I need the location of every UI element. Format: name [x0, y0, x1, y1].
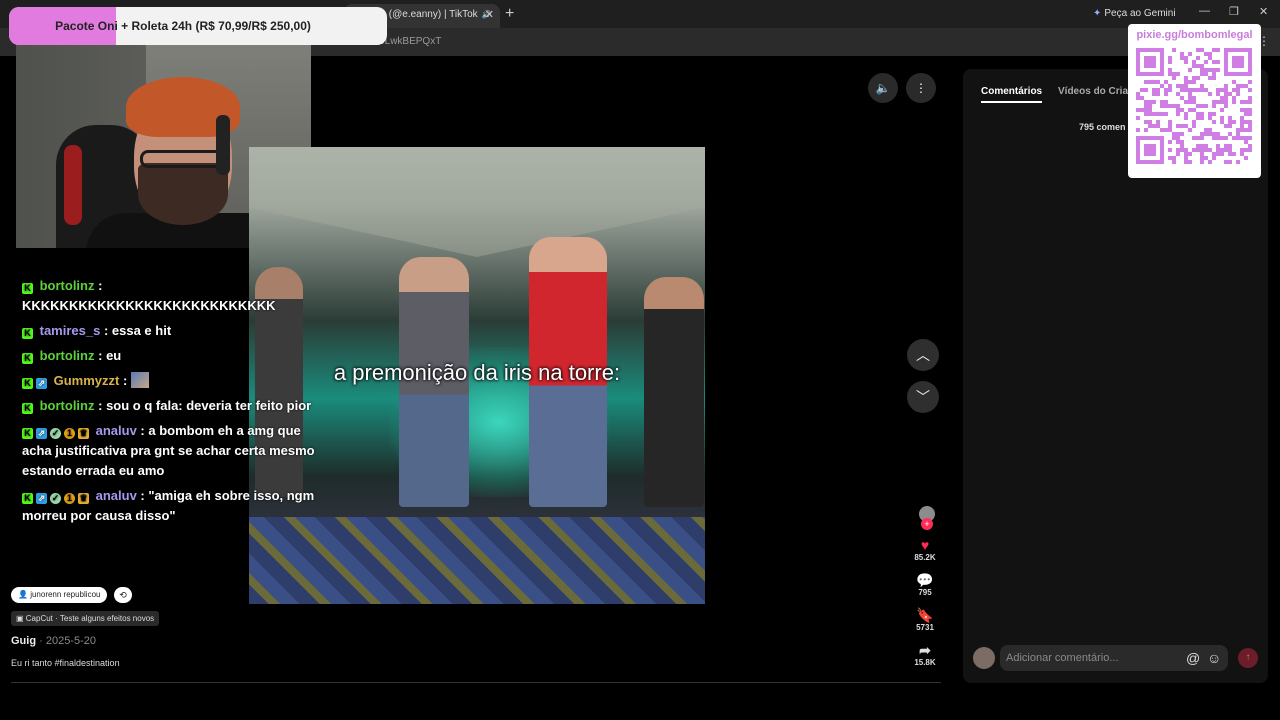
video-description: Eu ri tanto #finaldestination	[11, 658, 120, 668]
chat-badge-icon: ✓	[50, 493, 61, 504]
gemini-star-icon: ✦	[1093, 8, 1102, 19]
emoji-icon[interactable]: ☺	[1207, 645, 1221, 671]
chat-message: K ⇗ ✓ 1 ♛ analuv : "amiga eh sobre isso, ngm…	[22, 488, 315, 523]
volume-icon[interactable]: 🔈	[868, 73, 898, 103]
save-button[interactable]: 🔖 5731	[910, 607, 940, 632]
share-icon: ➦	[919, 642, 931, 658]
chat-username[interactable]: bortolinz	[36, 348, 95, 363]
chat-badge-icon: K	[22, 353, 33, 364]
chat-badge-icon: K	[22, 378, 33, 389]
creator-avatar[interactable]: +	[919, 506, 935, 530]
video-author[interactable]: Guig · 2025-5-20	[11, 635, 96, 647]
republished-text: junorenn republicou	[30, 590, 101, 599]
chat-badge-icon: ⇗	[36, 493, 47, 504]
chat-username[interactable]: tamires_s	[36, 323, 101, 338]
comment-button[interactable]: 💬 795	[910, 572, 940, 597]
chat-badge-icon: K	[22, 328, 33, 339]
chat-text: eu	[106, 348, 122, 363]
gemini-label: Peça ao Gemini	[1104, 8, 1176, 19]
chat-badge-icon: ✓	[50, 428, 61, 439]
send-comment-button[interactable]: ↑	[1238, 648, 1258, 668]
tab-comments[interactable]: Comentários	[981, 86, 1043, 103]
chat-badge-icon: ♛	[78, 428, 89, 439]
qr-code-overlay: pixie.gg/bombomlegal	[1128, 24, 1261, 178]
chat-username[interactable]: analuv	[92, 488, 137, 503]
chat-message: K bortolinz : KKKKKKKKKKKKKKKKKKKKKKKKKK…	[22, 278, 276, 313]
capcut-text: CapCut · Teste alguns efeitos novos	[25, 614, 155, 623]
save-count: 5731	[916, 623, 934, 632]
more-options-icon[interactable]: ⋮	[906, 73, 936, 103]
window-minimize-button[interactable]: —	[1199, 5, 1210, 17]
repost-icon[interactable]: ⟲	[114, 587, 132, 603]
chat-badge-icon: K	[22, 403, 33, 414]
chevron-up-icon[interactable]: ︿	[907, 339, 939, 371]
post-date: · 2025-5-20	[36, 635, 96, 647]
like-button[interactable]: ♥ 85.2K	[910, 537, 940, 562]
comment-placeholder: Adicionar comentário...	[1006, 652, 1119, 664]
chat-username[interactable]: bortolinz	[36, 398, 95, 413]
author-name[interactable]: Guig	[11, 635, 36, 647]
comment-count: 795	[918, 588, 932, 597]
share-button[interactable]: ➦ 15.8K	[910, 642, 940, 667]
chevron-down-icon[interactable]: ﹀	[907, 381, 939, 413]
comment-icon: 💬	[916, 572, 934, 588]
comment-input[interactable]: Adicionar comentário... @ ☺	[1000, 645, 1228, 671]
follow-plus-icon[interactable]: +	[921, 518, 933, 530]
chat-username[interactable]: analuv	[92, 423, 137, 438]
chat-overlay: K bortolinz : KKKKKKKKKKKKKKKKKKKKKKKKKK…	[22, 276, 322, 531]
gemini-button[interactable]: ✦ Peça ao Gemini	[1093, 8, 1176, 19]
chat-badge-icon: K	[22, 493, 33, 504]
heart-icon: ♥	[920, 537, 930, 553]
chat-username[interactable]: bortolinz	[36, 278, 95, 293]
chat-badge-icon: K	[22, 283, 33, 294]
chat-badge-icon: ⇗	[36, 378, 47, 389]
share-count: 15.8K	[914, 658, 936, 667]
chat-message: K bortolinz : eu	[22, 346, 322, 366]
window-close-button[interactable]: ✕	[1259, 5, 1268, 18]
tab-close-icon[interactable]: ✕	[485, 4, 494, 26]
chat-badge-icon: ⇗	[36, 428, 47, 439]
capcut-tag[interactable]: ▣ CapCut · Teste alguns efeitos novos	[11, 611, 160, 626]
chat-text: sou o q fala: deveria ter feito pior	[106, 398, 312, 413]
new-tab-button[interactable]: +	[505, 4, 514, 24]
chat-message: K bortolinz : sou o q fala: deveria ter …	[22, 396, 322, 416]
republished-badge[interactable]: 👤 junorenn republicou	[11, 587, 108, 603]
user-avatar	[973, 647, 995, 669]
comment-count-label: 795 comen	[1079, 122, 1126, 132]
donation-goal-bar: Pacote Oni + Roleta 24h (R$ 70,99/R$ 250…	[9, 7, 387, 45]
chat-badge-icon: ♛	[78, 493, 89, 504]
chat-text: KKKKKKKKKKKKKKKKKKKKKKKKKKK	[22, 298, 276, 313]
qr-url: pixie.gg/bombomlegal	[1136, 29, 1253, 41]
chat-badge-icon: 1	[64, 493, 75, 504]
tab-creator-videos[interactable]: Vídeos do Cria	[1058, 86, 1128, 97]
bookmark-icon: 🔖	[916, 607, 934, 623]
video-caption: a premonição da iris na torre:	[333, 360, 621, 385]
like-count: 85.2K	[914, 553, 936, 562]
chat-message: K tamires_s : essa e hit	[22, 321, 322, 341]
qr-code-image	[1136, 48, 1252, 164]
window-maximize-button[interactable]: ❐	[1229, 5, 1239, 18]
chat-message: K ⇗ ✓ 1 ♛ analuv : a bombom eh a amg que ach…	[22, 423, 315, 478]
tab-title: sz (@e.eanny) | TikTok	[376, 9, 478, 20]
chat-badge-icon: 1	[64, 428, 75, 439]
chat-badge-icon: K	[22, 428, 33, 439]
chat-text: essa e hit	[111, 323, 172, 338]
chat-emote-icon	[130, 372, 149, 388]
goal-text: Pacote Oni + Roleta 24h (R$ 70,99/R$ 250…	[55, 19, 311, 33]
video-progress-bar[interactable]	[11, 682, 941, 683]
chat-message: K ⇗ Gummyzzt :	[22, 371, 322, 391]
chat-username[interactable]: Gummyzzt	[50, 373, 120, 388]
mention-icon[interactable]: @	[1186, 645, 1200, 671]
